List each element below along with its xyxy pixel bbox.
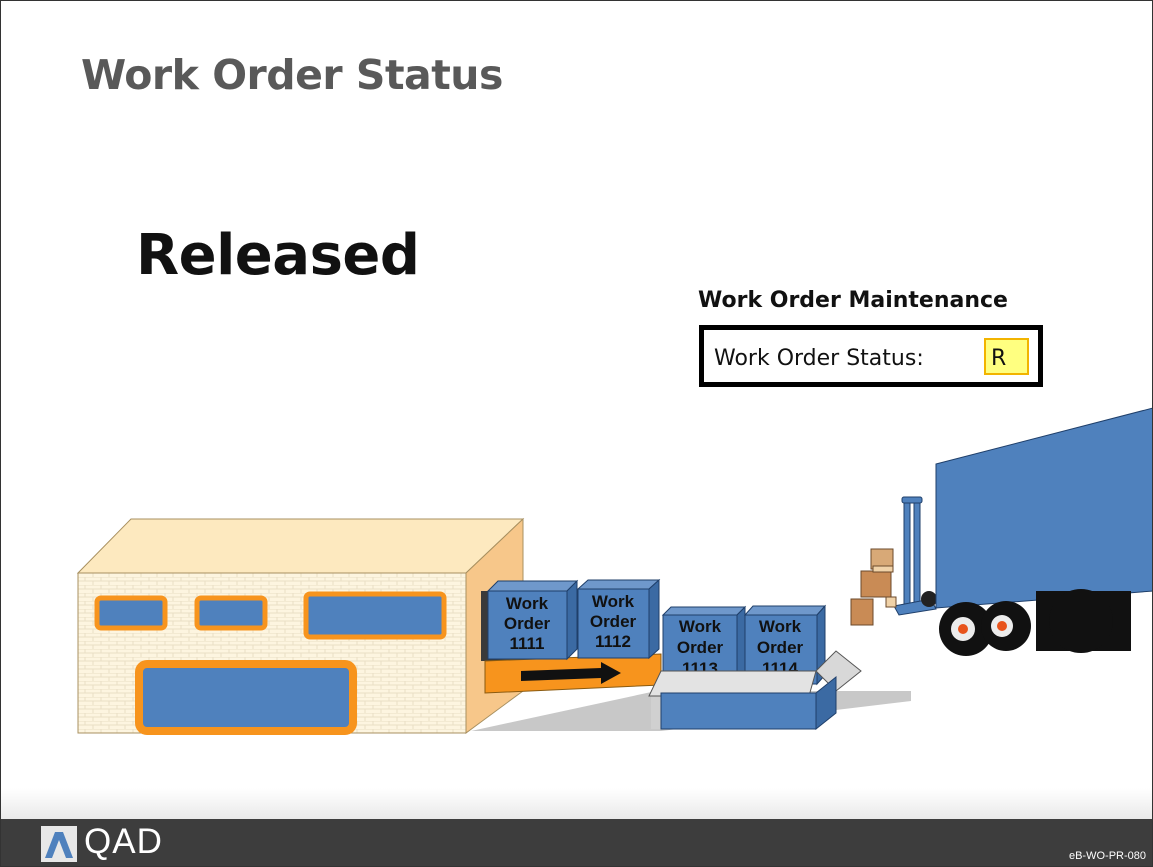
- box-label: Order: [590, 612, 637, 631]
- box-label: Order: [677, 638, 724, 657]
- window: [94, 595, 168, 631]
- box-label: 1112: [595, 632, 631, 651]
- slide-code: eB-WO-PR-080: [1068, 850, 1146, 862]
- conveyor: [484, 653, 662, 694]
- carton-front: [660, 692, 817, 730]
- window: [303, 591, 447, 640]
- box-label: Order: [504, 614, 551, 633]
- garage-door: [135, 660, 357, 735]
- truck-illustration: [935, 407, 1152, 656]
- illustration: Work Order 1111 Work Order 1112 Work Ord…: [76, 407, 1152, 735]
- qad-logo-icon: [41, 826, 77, 862]
- footer-bar: [1, 819, 1152, 866]
- hand-truck-illustration: [850, 496, 937, 626]
- truck-trailer: [935, 407, 1152, 609]
- warehouse-roof: [76, 518, 525, 574]
- box-label: Work: [679, 617, 722, 636]
- window: [194, 595, 268, 631]
- box-label: Work: [506, 594, 549, 613]
- box-label: Work: [759, 617, 802, 636]
- work-order-box: Work Order 1112: [576, 578, 661, 660]
- slide: Work Order Status Released Work Order Ma…: [0, 0, 1153, 867]
- brand-wordmark: QAD: [84, 822, 163, 861]
- carton-side: [815, 675, 837, 731]
- box-label: Work: [592, 592, 635, 611]
- warehouse-illustration: [76, 517, 525, 735]
- box-label: Order: [757, 638, 804, 657]
- box-label: 1111: [509, 634, 544, 653]
- carton-flap: [648, 670, 817, 697]
- work-order-box: Work Order 1111: [486, 579, 579, 661]
